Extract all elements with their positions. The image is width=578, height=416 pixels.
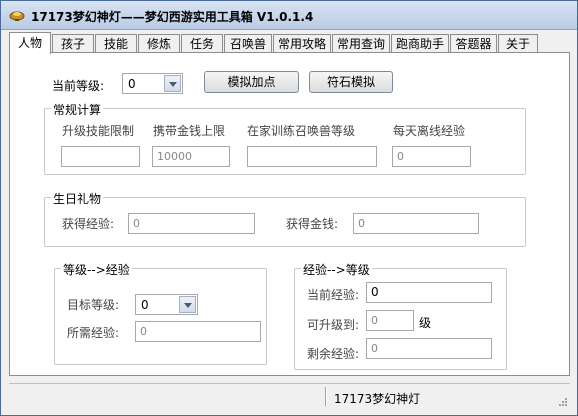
level-to-exp-group: 等级-->经验	[54, 261, 267, 365]
gift-exp-label: 获得经验:	[62, 217, 115, 231]
need-exp-label: 所需经验:	[67, 326, 120, 340]
current-exp-label: 当前经验:	[307, 288, 360, 302]
exp-to-level-title: 经验-->等级	[301, 261, 372, 278]
simulate-points-button[interactable]: 模拟加点	[204, 71, 299, 93]
gift-exp-field[interactable]: 0	[128, 213, 255, 234]
remain-exp-field[interactable]: 0	[366, 338, 492, 359]
level-unit-label: 级	[419, 316, 432, 330]
window-title: 17173梦幻神灯——梦幻西游实用工具箱 V1.0.1.4	[31, 10, 314, 24]
remain-exp-label: 剩余经验:	[307, 347, 360, 361]
target-level-label: 目标等级:	[67, 298, 120, 312]
tab-quiz[interactable]: 答题器	[450, 34, 497, 53]
tab-about[interactable]: 关于	[498, 34, 538, 53]
current-level-label: 当前等级:	[52, 79, 105, 93]
need-exp-field[interactable]: 0	[135, 321, 261, 342]
daily-offline-exp-field[interactable]: 0	[392, 146, 471, 167]
tab-trade-helper[interactable]: 跑商助手	[391, 34, 449, 53]
resize-grip-icon[interactable]	[558, 396, 568, 406]
skill-limit-field[interactable]	[61, 146, 140, 167]
birthday-gift-title: 生日礼物	[51, 190, 104, 207]
status-text: 17173梦幻神灯	[334, 392, 421, 406]
gift-money-field[interactable]: 0	[353, 213, 479, 234]
current-level-select[interactable]: 0	[122, 73, 183, 94]
tab-skills[interactable]: 技能	[95, 34, 137, 53]
gift-money-label: 获得金钱:	[286, 217, 339, 231]
chevron-down-icon[interactable]	[164, 75, 181, 92]
money-cap-field[interactable]: 10000	[152, 146, 230, 167]
chevron-down-icon[interactable]	[179, 296, 196, 313]
tab-bar: 人物 孩子 技能 修炼 任务 召唤兽 常用攻略 常用查询 跑商助手 答题器 关于	[9, 32, 569, 54]
level-to-exp-title: 等级-->经验	[61, 261, 132, 278]
summon-train-level-field[interactable]	[247, 146, 377, 167]
tab-quests[interactable]: 任务	[181, 34, 223, 53]
target-level-select[interactable]: 0	[135, 294, 198, 315]
tab-character[interactable]: 人物	[9, 32, 51, 54]
status-separator	[325, 387, 327, 406]
upgrade-to-label: 可升级到:	[307, 318, 360, 332]
lamp-icon	[9, 8, 25, 22]
tab-cultivation[interactable]: 修炼	[138, 34, 180, 53]
tab-queries[interactable]: 常用查询	[332, 34, 390, 53]
tab-children[interactable]: 孩子	[52, 34, 94, 53]
daily-offline-exp-label: 每天离线经验	[393, 124, 466, 138]
current-level-value: 0	[128, 77, 136, 91]
tab-panel-character: 当前等级: 0 模拟加点 符石模拟 常规计算 升级技能限制 携带金钱上限 在家训…	[9, 52, 570, 376]
skill-limit-label: 升级技能限制	[62, 124, 135, 138]
tab-summon[interactable]: 召唤兽	[224, 34, 272, 53]
target-level-value: 0	[141, 298, 149, 312]
current-exp-field[interactable]: 0	[366, 282, 492, 303]
upgrade-to-field[interactable]: 0	[366, 310, 414, 331]
status-bar: 17173梦幻神灯	[9, 383, 570, 408]
tab-guides[interactable]: 常用攻略	[273, 34, 331, 53]
app-window: 17173梦幻神灯——梦幻西游实用工具箱 V1.0.1.4 人物 孩子 技能 修…	[0, 0, 578, 416]
rune-simulate-button[interactable]: 符石模拟	[309, 71, 393, 93]
regular-calc-title: 常规计算	[51, 101, 104, 118]
money-cap-label: 携带金钱上限	[153, 124, 226, 138]
summon-train-level-label: 在家训练召唤兽等级	[247, 124, 356, 138]
title-bar: 17173梦幻神灯——梦幻西游实用工具箱 V1.0.1.4	[1, 1, 577, 30]
